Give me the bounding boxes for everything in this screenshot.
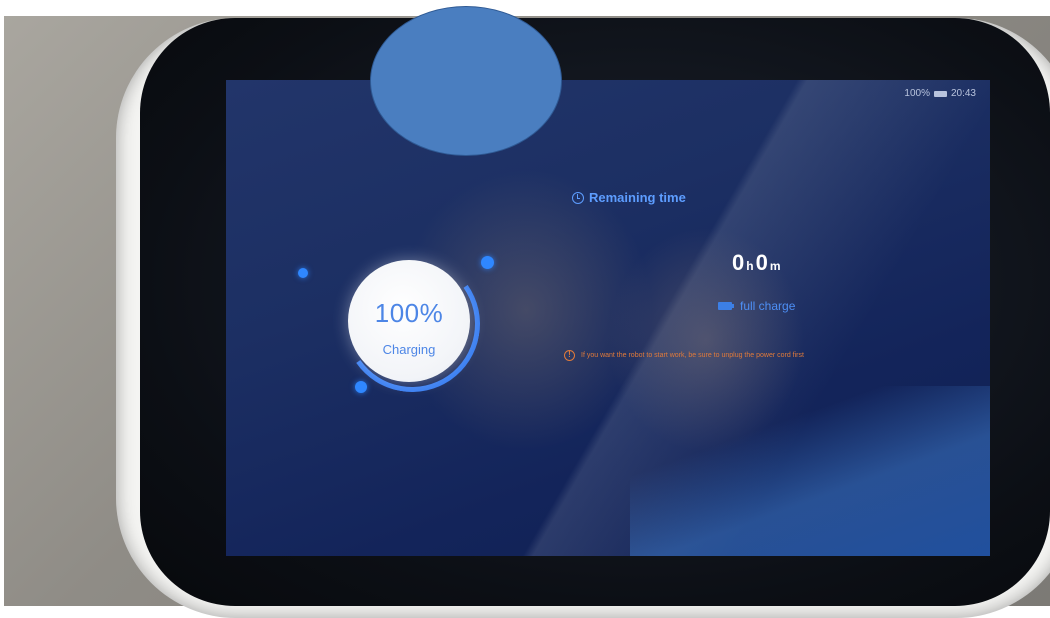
battery-status: full charge	[718, 299, 795, 313]
charge-state: Charging	[382, 342, 436, 357]
camera-reflection	[226, 80, 990, 556]
battery-percent: 100%	[904, 88, 930, 99]
warning-icon: !	[564, 350, 575, 361]
redaction-oval	[370, 6, 562, 156]
charge-indicator: 100% Charging	[333, 245, 491, 403]
remaining-time-heading: Remaining time	[572, 190, 686, 205]
minutes-unit: m	[769, 259, 781, 273]
clock-icon	[572, 191, 584, 204]
charge-percent: 100%	[374, 298, 444, 328]
glare-reflection	[630, 386, 990, 556]
unplug-warning: ! If you want the robot to start work, b…	[564, 350, 804, 361]
remaining-time-value: 0 h0 m	[732, 250, 783, 276]
charging-screen: 100% 20:43 100% Charging Remaining time …	[226, 80, 990, 556]
orbit-dot	[481, 256, 494, 269]
status-battery-icon	[933, 90, 947, 97]
clock-time: 20:43	[950, 88, 976, 99]
orbit-dot	[298, 268, 308, 278]
battery-status-label: full charge	[740, 299, 796, 313]
hours-value: 0	[732, 250, 745, 275]
battery-icon	[718, 302, 734, 310]
minutes-value: 0	[755, 250, 768, 275]
remaining-time-label: Remaining time	[589, 190, 686, 205]
charge-circle: 100% Charging	[348, 260, 470, 382]
hours-unit: h	[746, 259, 754, 273]
warning-text: If you want the robot to start work, be …	[581, 352, 804, 359]
status-bar: 100% 20:43	[904, 88, 976, 99]
